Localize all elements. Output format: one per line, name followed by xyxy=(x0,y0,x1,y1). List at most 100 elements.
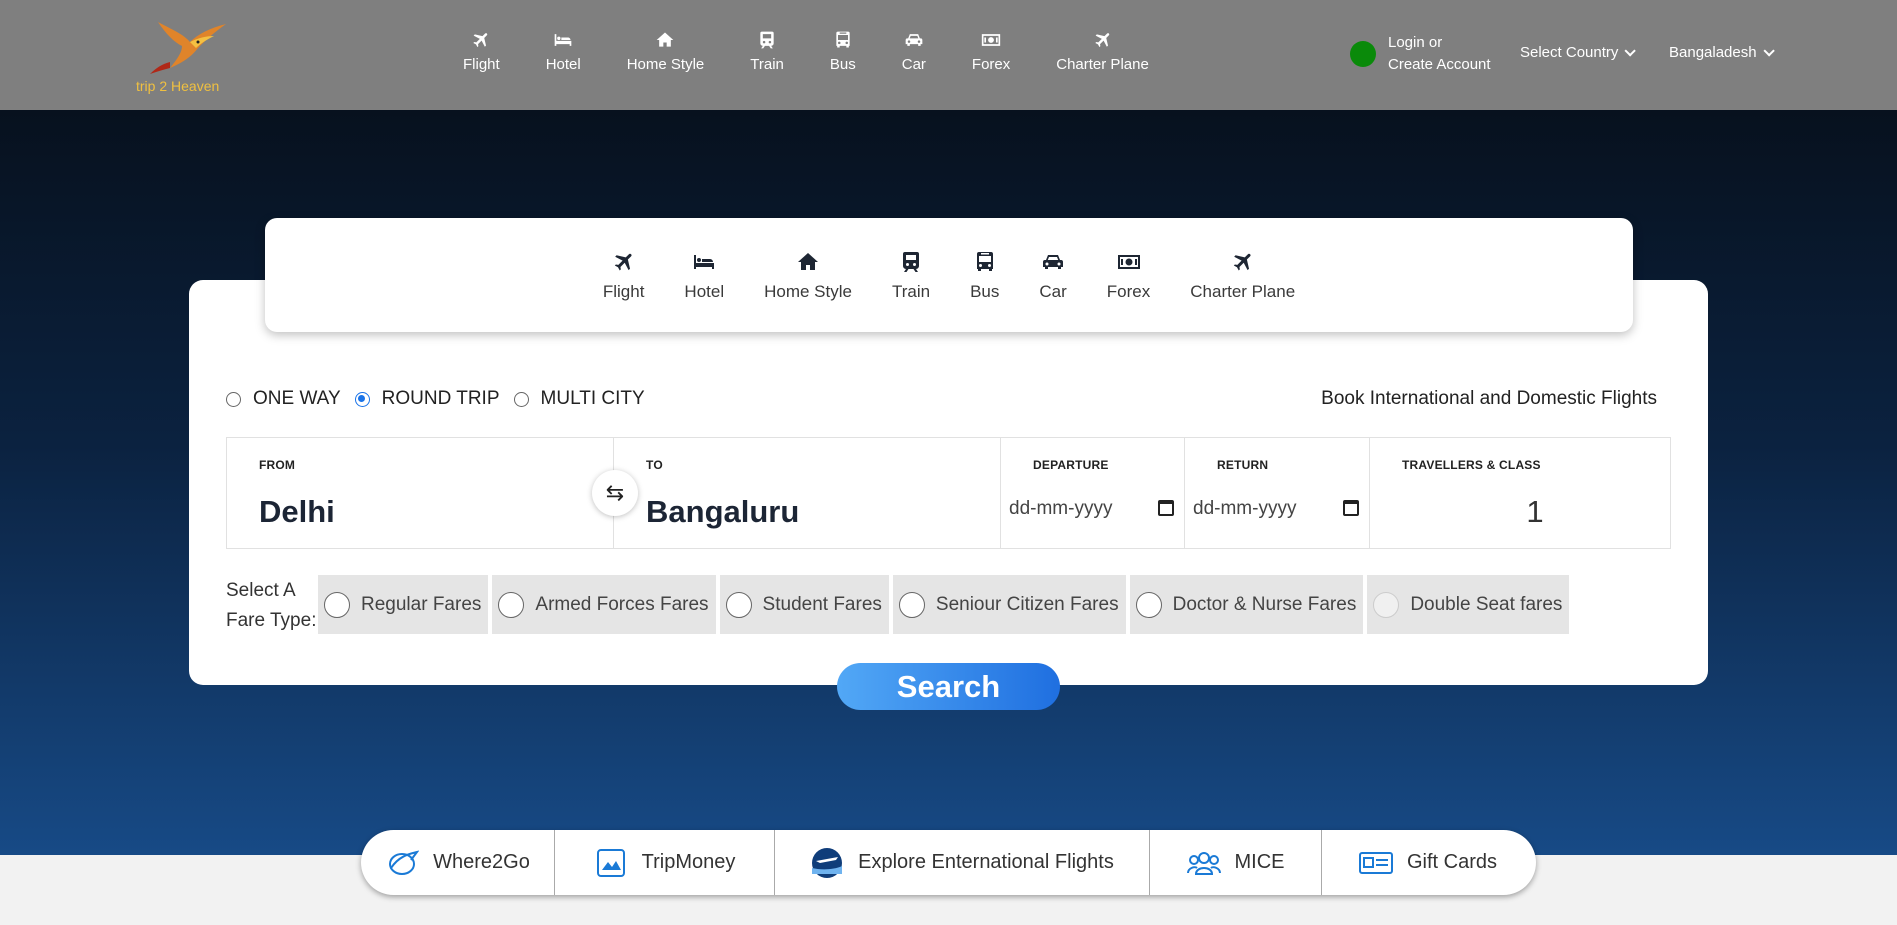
quick-link-mice[interactable]: MICE xyxy=(1150,830,1322,895)
quick-link-label: Explore Enternational Flights xyxy=(858,851,1114,873)
train-icon xyxy=(899,250,923,274)
country-dropdown[interactable]: Bangaladesh xyxy=(1669,44,1775,61)
calendar-icon[interactable] xyxy=(1343,500,1359,516)
nav-forex[interactable]: Forex xyxy=(949,30,1033,73)
trip-type-round-trip[interactable]: ROUND TRIP xyxy=(354,388,500,410)
radio-button[interactable] xyxy=(1135,591,1162,618)
fare-option-regular[interactable]: Regular Fares xyxy=(318,575,489,634)
to-value[interactable]: Bangaluru xyxy=(646,494,799,530)
trip-type-label: ONE WAY xyxy=(253,388,341,409)
search-button[interactable]: Search xyxy=(837,663,1060,710)
travellers-value[interactable]: 1 xyxy=(1370,494,1670,530)
travellers-field[interactable]: TRAVELLERS & CLASS 1 xyxy=(1370,438,1670,548)
fare-option-label: Doctor & Nurse Fares xyxy=(1172,593,1357,615)
radio-button-selected[interactable] xyxy=(354,391,370,407)
nav-label: Hotel xyxy=(545,56,581,73)
tab-home-style[interactable]: Home Style xyxy=(744,250,872,332)
trip-type-label: MULTI CITY xyxy=(540,388,645,409)
from-field[interactable]: FROM Delhi xyxy=(227,438,614,548)
radio-button[interactable] xyxy=(498,591,525,618)
radio-button[interactable] xyxy=(324,591,350,618)
car-icon xyxy=(904,30,924,50)
radio-button[interactable] xyxy=(725,591,752,618)
picture-icon xyxy=(596,848,625,877)
nav-home-style[interactable]: Home Style xyxy=(604,30,728,73)
plane-icon xyxy=(1093,30,1113,50)
return-field[interactable]: RETURN dd-mm-yyyy xyxy=(1185,438,1370,548)
fare-option-doctor-nurse[interactable]: Doctor & Nurse Fares xyxy=(1129,575,1364,634)
radio-button-disabled xyxy=(1373,591,1400,618)
tab-label: Train xyxy=(891,282,931,301)
tab-bus[interactable]: Bus xyxy=(950,250,1019,332)
select-country-label: Select Country xyxy=(1520,44,1619,61)
nav-car[interactable]: Car xyxy=(879,30,949,73)
to-field[interactable]: TO Bangaluru xyxy=(614,438,1001,548)
radio-button[interactable] xyxy=(898,591,925,618)
bed-icon xyxy=(692,250,716,274)
quick-link-gift-cards[interactable]: Gift Cards xyxy=(1322,830,1534,895)
nav-bus[interactable]: Bus xyxy=(807,30,879,73)
nav-label: Flight xyxy=(463,56,500,73)
departure-label: DEPARTURE xyxy=(1033,458,1109,472)
trip-type-one-way[interactable]: ONE WAY xyxy=(226,388,341,410)
fare-option-senior-citizen[interactable]: Seniour Citizen Fares xyxy=(892,575,1126,634)
tab-label: Charter Plane xyxy=(1190,282,1296,301)
tab-forex[interactable]: Forex xyxy=(1087,250,1170,332)
calendar-icon[interactable] xyxy=(1158,500,1174,516)
select-country-dropdown[interactable]: Select Country xyxy=(1520,44,1637,61)
nav-train[interactable]: Train xyxy=(727,30,807,73)
top-navbar: trip 2 Heaven Flight Hotel Home Style Tr… xyxy=(0,0,1897,110)
tab-label: Hotel xyxy=(684,282,725,301)
fare-option-label: Regular Fares xyxy=(361,593,482,615)
quick-link-tripmoney[interactable]: TripMoney xyxy=(555,830,775,895)
trip-type-multi-city[interactable]: MULTI CITY xyxy=(513,388,645,410)
tab-charter-plane[interactable]: Charter Plane xyxy=(1170,250,1315,332)
gift-card-icon xyxy=(1358,851,1393,874)
radio-button[interactable] xyxy=(513,391,529,407)
departure-field[interactable]: DEPARTURE dd-mm-yyyy xyxy=(1001,438,1185,548)
quick-link-explore-flights[interactable]: Explore Enternational Flights xyxy=(775,830,1150,895)
quick-link-label: Where2Go xyxy=(433,851,530,873)
trip-type-group: ONE WAY ROUND TRIP MULTI CITY xyxy=(226,388,659,410)
tab-car[interactable]: Car xyxy=(1019,250,1086,332)
tab-label: Forex xyxy=(1106,282,1151,301)
radio-button[interactable] xyxy=(226,391,241,407)
from-label: FROM xyxy=(259,458,296,472)
return-date-input[interactable]: dd-mm-yyyy xyxy=(1193,498,1296,520)
nav-charter-plane[interactable]: Charter Plane xyxy=(1033,30,1172,73)
departure-date-input[interactable]: dd-mm-yyyy xyxy=(1009,498,1112,520)
tab-train[interactable]: Train xyxy=(872,250,950,332)
swap-arrows-icon[interactable]: ⇆ xyxy=(592,470,638,516)
bus-icon xyxy=(973,250,997,274)
nav-label: Charter Plane xyxy=(1056,56,1149,73)
to-label: TO xyxy=(646,458,663,472)
fare-option-armed-forces[interactable]: Armed Forces Fares xyxy=(492,575,716,634)
nav-label: Home Style xyxy=(626,56,705,73)
nav-hotel[interactable]: Hotel xyxy=(523,30,604,73)
login-text: Login or Create Account xyxy=(1388,32,1491,76)
money-icon xyxy=(1117,250,1141,274)
country-label: Bangaladesh xyxy=(1669,44,1757,61)
fare-option-label: Seniour Citizen Fares xyxy=(935,593,1119,615)
from-value[interactable]: Delhi xyxy=(259,494,335,530)
fare-type-label-line: Select A xyxy=(226,580,296,601)
login-line: Login or xyxy=(1388,34,1443,51)
return-label: RETURN xyxy=(1217,458,1269,472)
tab-flight[interactable]: Flight xyxy=(583,250,665,332)
plane-icon xyxy=(471,30,491,50)
quick-link-label: MICE xyxy=(1234,851,1285,873)
tab-hotel[interactable]: Hotel xyxy=(664,250,744,332)
quick-link-where2go[interactable]: Where2Go xyxy=(361,830,555,895)
home-icon xyxy=(655,30,675,50)
group-icon xyxy=(1186,851,1221,875)
tab-label: Home Style xyxy=(764,282,852,301)
logo[interactable]: trip 2 Heaven xyxy=(130,12,240,97)
quick-links-bar: Where2Go TripMoney Explore Enternational… xyxy=(361,830,1536,895)
login-link[interactable]: Login or Create Account xyxy=(1350,32,1491,76)
chevron-down-icon xyxy=(1763,44,1775,57)
service-tabs: Flight Hotel Home Style Train Bus Car Fo… xyxy=(265,218,1633,332)
nav-label: Forex xyxy=(971,56,1011,73)
fare-option-student[interactable]: Student Fares xyxy=(719,575,889,634)
nav-flight[interactable]: Flight xyxy=(440,30,523,73)
airplane-photo-icon xyxy=(812,847,843,878)
